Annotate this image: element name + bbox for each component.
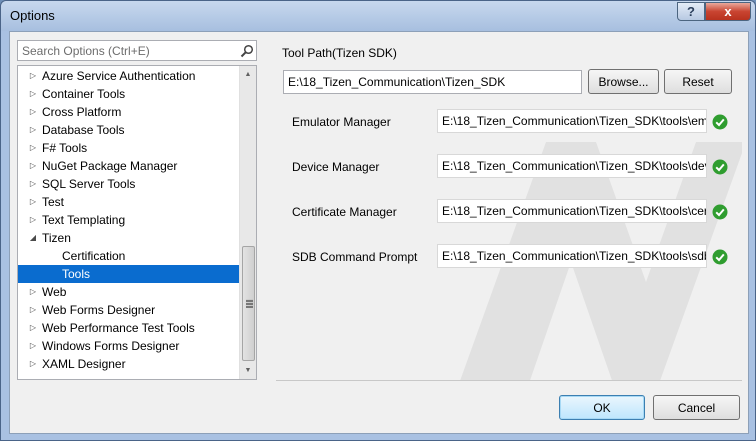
- check-ok-icon: [712, 114, 728, 130]
- tool-label: Device Manager: [292, 160, 380, 174]
- collapsed-arrow-icon[interactable]: ▷: [27, 139, 39, 157]
- tree-item[interactable]: ▷ Database Tools: [18, 121, 241, 139]
- tool-label: SDB Command Prompt: [292, 250, 418, 264]
- tool-row-emulator-manager: Emulator Manager E:\18_Tizen_Communicati…: [276, 109, 742, 135]
- tree-item-label: Container Tools: [42, 87, 126, 101]
- window-title: Options: [10, 8, 55, 23]
- search-box: [17, 40, 257, 61]
- tree-item[interactable]: ▷ Web: [18, 283, 241, 301]
- check-ok-icon: [712, 249, 728, 265]
- tree-item-label: Certification: [62, 249, 126, 263]
- collapsed-arrow-icon[interactable]: ▷: [27, 193, 39, 211]
- tree-item[interactable]: Tools: [18, 265, 241, 283]
- tree-item-label: Cross Platform: [42, 105, 122, 119]
- tree-item[interactable]: ▷ F# Tools: [18, 139, 241, 157]
- browse-button[interactable]: Browse...: [588, 69, 659, 94]
- emulator-manager-path-field[interactable]: E:\18_Tizen_Communication\Tizen_SDK\tool…: [437, 109, 707, 133]
- tizen-watermark-icon: [460, 142, 742, 380]
- tree-item[interactable]: ▷ Web Forms Designer: [18, 301, 241, 319]
- help-icon: ?: [687, 4, 695, 19]
- scroll-up-icon[interactable]: ▲: [240, 66, 256, 83]
- options-tree[interactable]: ▷ Azure Service Authentication ▷ Container …: [17, 65, 257, 380]
- tree-item-label: Test: [42, 195, 65, 209]
- collapsed-arrow-icon[interactable]: ▷: [27, 211, 39, 229]
- help-button[interactable]: ?: [677, 2, 705, 21]
- tool-row-certificate-manager: Certificate Manager E:\18_Tizen_Communic…: [276, 199, 742, 225]
- tree-item-label: Text Templating: [42, 213, 126, 227]
- options-dialog: Options ? x ▷Azure Service Authenticatio…: [0, 0, 756, 441]
- tree-item[interactable]: ▷ Test: [18, 193, 241, 211]
- title-bar[interactable]: Options ? x: [1, 1, 755, 31]
- tree-item[interactable]: ▷ SQL Server Tools: [18, 175, 241, 193]
- tree-item-label: Tizen: [42, 231, 71, 245]
- sdb-command-prompt-path-field[interactable]: E:\18_Tizen_Communication\Tizen_SDK\tool…: [437, 244, 707, 268]
- footer-divider: [276, 380, 742, 381]
- dialog-body: ▷Azure Service Authentication▷Container …: [9, 31, 749, 434]
- tree-item[interactable]: ▷ Azure Service Authentication: [18, 67, 241, 85]
- collapsed-arrow-icon[interactable]: ▷: [27, 283, 39, 301]
- device-manager-path-field[interactable]: E:\18_Tizen_Communication\Tizen_SDK\tool…: [437, 154, 707, 178]
- reset-button[interactable]: Reset: [664, 69, 732, 94]
- tools-panel: Tool Path(Tizen SDK) E:\18_Tizen_Communi…: [276, 32, 742, 380]
- collapsed-arrow-icon[interactable]: ▷: [27, 103, 39, 121]
- tree-item-label: F# Tools: [42, 141, 88, 155]
- tree-item-label: Tools: [62, 267, 91, 281]
- tree-item-label: NuGet Package Manager: [42, 159, 178, 173]
- collapsed-arrow-icon[interactable]: ▷: [27, 85, 39, 103]
- check-ok-icon: [712, 204, 728, 220]
- tree-item[interactable]: ▷ NuGet Package Manager: [18, 157, 241, 175]
- tool-row-sdb-command-prompt: SDB Command Prompt E:\18_Tizen_Communica…: [276, 244, 742, 270]
- tree-list: ▷ Azure Service Authentication ▷ Container …: [18, 67, 241, 373]
- tree-scrollbar[interactable]: ▲ ▬ ▬ ▬ ▼: [239, 66, 256, 379]
- collapsed-arrow-icon[interactable]: ▷: [27, 355, 39, 373]
- close-icon: x: [724, 4, 732, 19]
- scroll-down-icon[interactable]: ▼: [240, 362, 256, 379]
- tree-item-label: XAML Designer: [42, 357, 126, 371]
- close-button[interactable]: x: [705, 2, 751, 21]
- tree-item-label: Web Performance Test Tools: [42, 321, 195, 335]
- tree-item-label: Database Tools: [42, 123, 125, 137]
- collapsed-arrow-icon[interactable]: ▷: [27, 301, 39, 319]
- tree-item[interactable]: ◢ Tizen: [18, 229, 241, 247]
- certificate-manager-path-field[interactable]: E:\18_Tizen_Communication\Tizen_SDK\tool…: [437, 199, 707, 223]
- search-input[interactable]: [18, 42, 238, 59]
- grip-icon: ▬ ▬ ▬: [246, 297, 253, 310]
- tree-item-label: Windows Forms Designer: [42, 339, 180, 353]
- tree-item[interactable]: ▷ XAML Designer: [18, 355, 241, 373]
- scroll-thumb[interactable]: ▬ ▬ ▬: [242, 246, 255, 361]
- collapsed-arrow-icon[interactable]: ▷: [27, 67, 39, 85]
- tree-item[interactable]: ▷ Cross Platform: [18, 103, 241, 121]
- tree-item[interactable]: ▷ Windows Forms Designer: [18, 337, 241, 355]
- tool-row-device-manager: Device Manager E:\18_Tizen_Communication…: [276, 154, 742, 180]
- tree-item-label: SQL Server Tools: [42, 177, 136, 191]
- collapsed-arrow-icon[interactable]: ▷: [27, 121, 39, 139]
- cancel-button[interactable]: Cancel: [653, 395, 740, 420]
- tree-item[interactable]: ▷ Web Performance Test Tools: [18, 319, 241, 337]
- tool-label: Certificate Manager: [292, 205, 397, 219]
- search-icon[interactable]: [238, 42, 256, 60]
- tree-item[interactable]: Certification: [18, 247, 241, 265]
- tool-path-label: Tool Path(Tizen SDK): [282, 46, 397, 60]
- expanded-arrow-icon[interactable]: ◢: [27, 229, 39, 247]
- collapsed-arrow-icon[interactable]: ▷: [27, 157, 39, 175]
- tree-item-label: Web Forms Designer: [42, 303, 156, 317]
- tree-item[interactable]: ▷ Text Templating: [18, 211, 241, 229]
- collapsed-arrow-icon[interactable]: ▷: [27, 337, 39, 355]
- ok-button[interactable]: OK: [559, 395, 645, 420]
- tree-item[interactable]: ▷ Container Tools: [18, 85, 241, 103]
- check-ok-icon: [712, 159, 728, 175]
- tree-item-label: Web: [42, 285, 67, 299]
- tree-item-label: Azure Service Authentication: [42, 69, 196, 83]
- collapsed-arrow-icon[interactable]: ▷: [27, 319, 39, 337]
- tool-path-field[interactable]: E:\18_Tizen_Communication\Tizen_SDK: [283, 70, 582, 94]
- collapsed-arrow-icon[interactable]: ▷: [27, 175, 39, 193]
- tool-label: Emulator Manager: [292, 115, 391, 129]
